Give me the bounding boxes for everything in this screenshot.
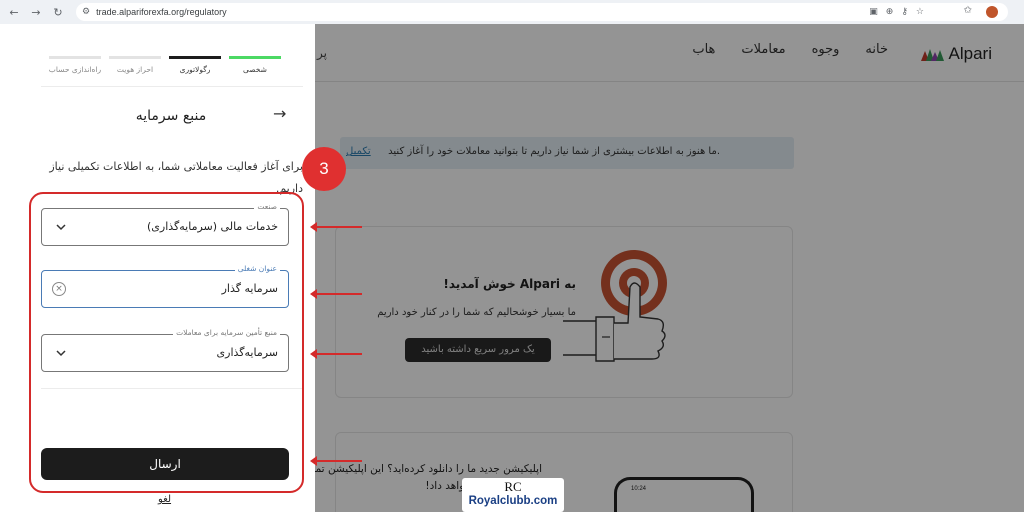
header-divider [41,86,303,87]
zoom-icon[interactable]: ⊕ [886,7,894,17]
step-bar-personal [229,56,281,59]
cancel-link[interactable]: لغو [158,494,171,505]
step-label-regulatory: رگولاتوری [179,65,211,74]
annotation-highlight-box [29,192,304,493]
profile-avatar-icon[interactable] [986,6,998,18]
panel-title: منبع سرمایه [135,108,207,124]
annotation-arrow-funds-source [310,349,362,359]
back-nav-icon[interactable]: ← [6,4,22,20]
address-url[interactable]: trade.alpariforexfa.org/regulatory [96,7,227,17]
site-info-icon[interactable]: ⚙ [82,7,90,17]
browser-toolbar: ← → ↻ ⚙ trade.alpariforexfa.org/regulato… [0,0,1024,24]
step-label-personal: شخصی [243,65,267,74]
modal-overlay[interactable] [315,24,1024,512]
annotation-arrow-job-title [310,289,362,299]
address-bar[interactable]: ⚙ trade.alpariforexfa.org/regulatory ▣ ⊕… [76,3,1008,21]
step-bar-regulatory [169,56,221,59]
annotation-step-badge: 3 [302,147,346,191]
step-label-verification: احراز هویت [116,65,154,74]
reload-icon[interactable]: ↻ [50,4,66,20]
annotation-arrow-industry [310,222,362,232]
forward-nav-icon[interactable]: → [28,4,44,20]
star-icon[interactable]: ☆ [916,7,924,17]
step-bar-verification [109,56,161,59]
royalclubb-watermark: RC Royalclubb.com [462,478,564,512]
watermark-text: Royalclubb.com [468,495,558,507]
annotation-arrow-submit [310,456,362,466]
progress-stepper: شخصی رگولاتوری احراز هویت راه‌اندازی حسا… [47,56,281,76]
install-icon[interactable]: ▣ [869,7,878,17]
step-bar-account-setup [49,56,101,59]
step-label-account-setup: راه‌اندازی حساب [48,65,102,74]
extensions-icon[interactable]: ✩ [964,5,972,16]
watermark-logo-mark: RC [504,479,522,494]
password-key-icon[interactable]: ⚷ [901,7,908,17]
